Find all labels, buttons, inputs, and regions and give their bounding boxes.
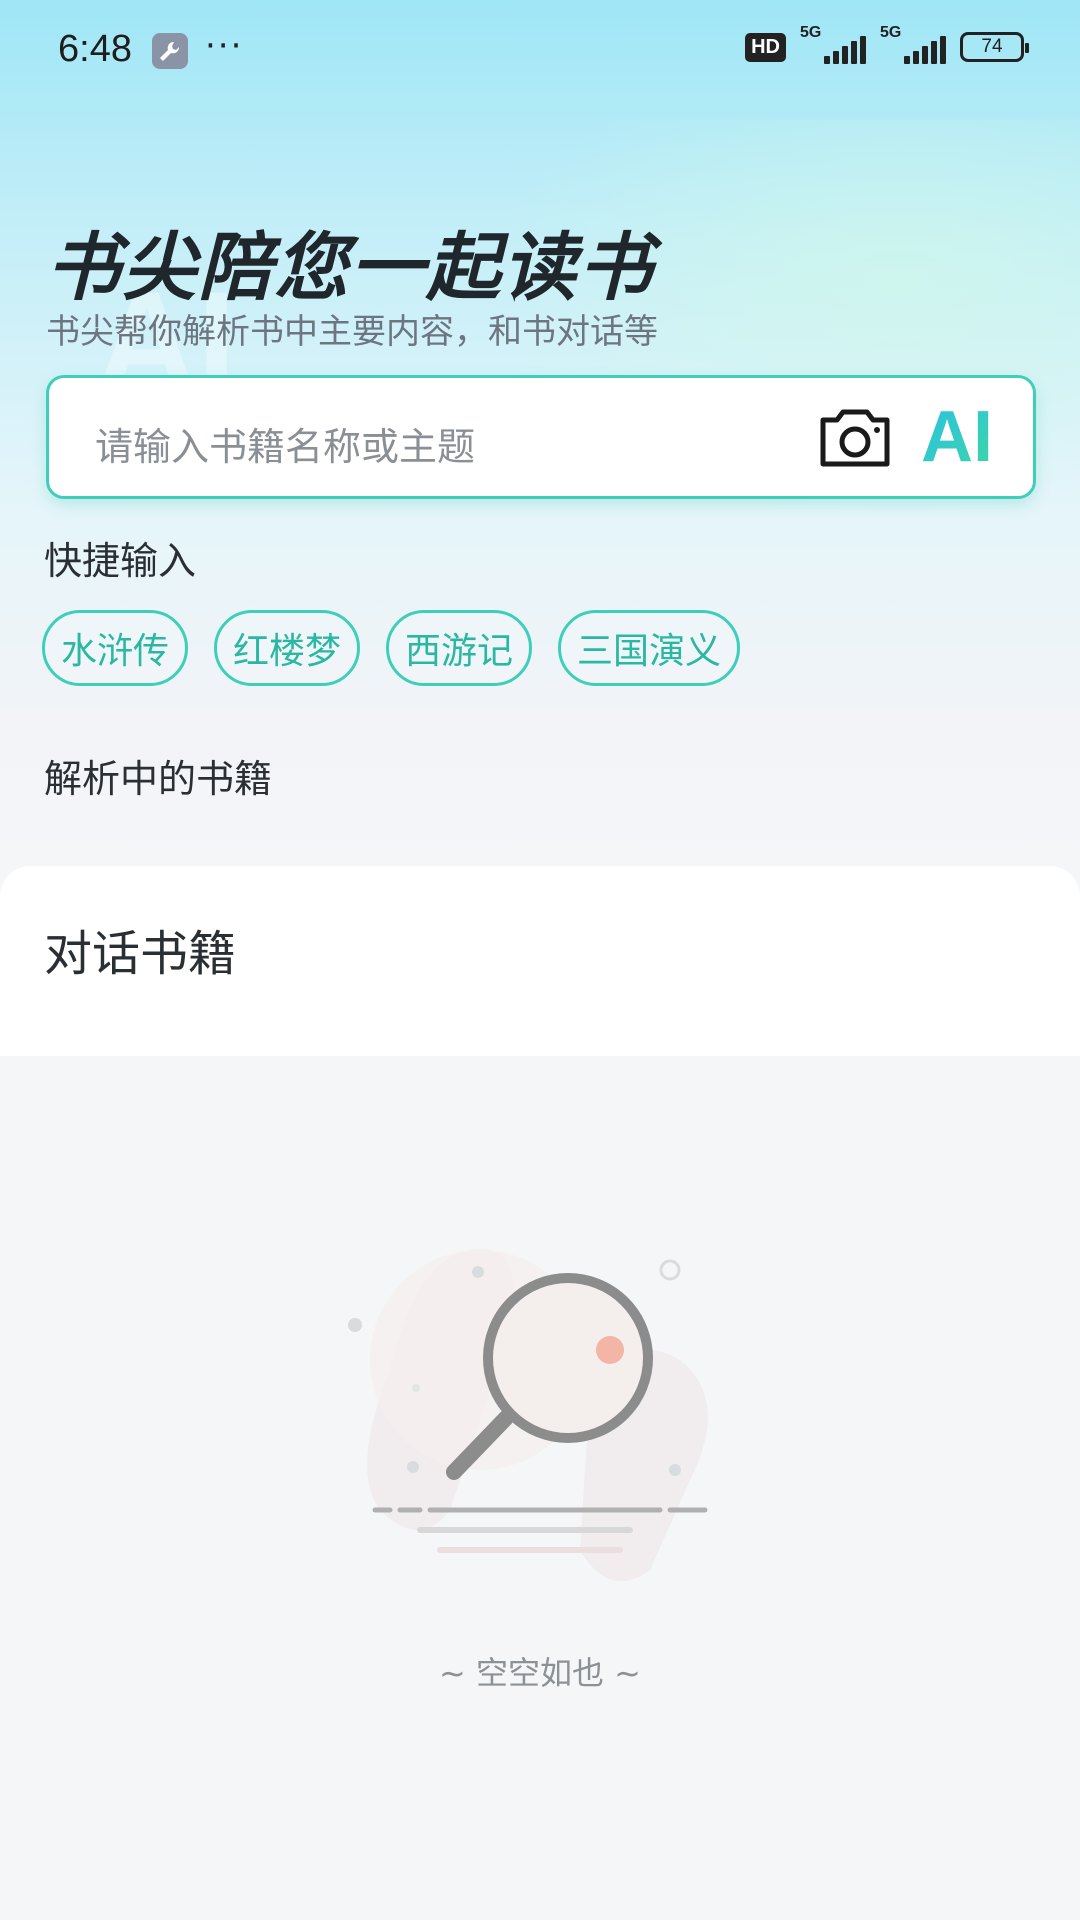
parsing-books-label: 解析中的书籍 bbox=[44, 757, 273, 801]
quick-input-label: 快捷输入 bbox=[44, 539, 197, 583]
signal-2-label: 5G bbox=[880, 24, 902, 41]
signal-icon-1: 5G bbox=[800, 24, 866, 64]
quick-input-chips: 水浒传 红楼梦 西游记 三国演义 bbox=[42, 610, 741, 686]
magnifier-empty-icon bbox=[348, 1249, 708, 1582]
ai-button[interactable]: AI bbox=[921, 396, 993, 478]
battery-icon: 74 bbox=[960, 32, 1029, 62]
search-placeholder: 请输入书籍名称或主题 bbox=[95, 425, 476, 469]
status-bar: 6:48 ··· HD 5G 5G 74 bbox=[0, 0, 1080, 104]
chip-honglou[interactable]: 红楼梦 bbox=[214, 610, 361, 686]
conversation-books-title: 对话书籍 bbox=[44, 926, 237, 982]
signal-1-label: 5G bbox=[800, 24, 822, 41]
chip-shuihu[interactable]: 水浒传 bbox=[42, 610, 189, 686]
empty-state-text: ~ 空空如也 ~ bbox=[439, 1654, 641, 1692]
signal-icon-2: 5G bbox=[880, 24, 946, 64]
more-notifications-icon: ··· bbox=[205, 26, 244, 66]
wrench-icon bbox=[152, 33, 188, 69]
chip-sanguo[interactable]: 三国演义 bbox=[558, 610, 741, 686]
chip-xiyou[interactable]: 西游记 bbox=[386, 610, 533, 686]
search-input[interactable]: 请输入书籍名称或主题 AI bbox=[46, 375, 1036, 499]
page-subtitle: 书尖帮你解析书中主要内容，和书对话等 bbox=[46, 312, 658, 352]
camera-icon[interactable] bbox=[817, 406, 893, 470]
status-indicators: HD 5G 5G 74 bbox=[745, 24, 1029, 64]
hd-badge: HD bbox=[745, 32, 786, 62]
conversation-books-card: 对话书籍 bbox=[0, 866, 1080, 1056]
page-title: 书尖陪您一起读书 bbox=[46, 225, 654, 311]
status-time: 6:48 bbox=[58, 28, 132, 70]
